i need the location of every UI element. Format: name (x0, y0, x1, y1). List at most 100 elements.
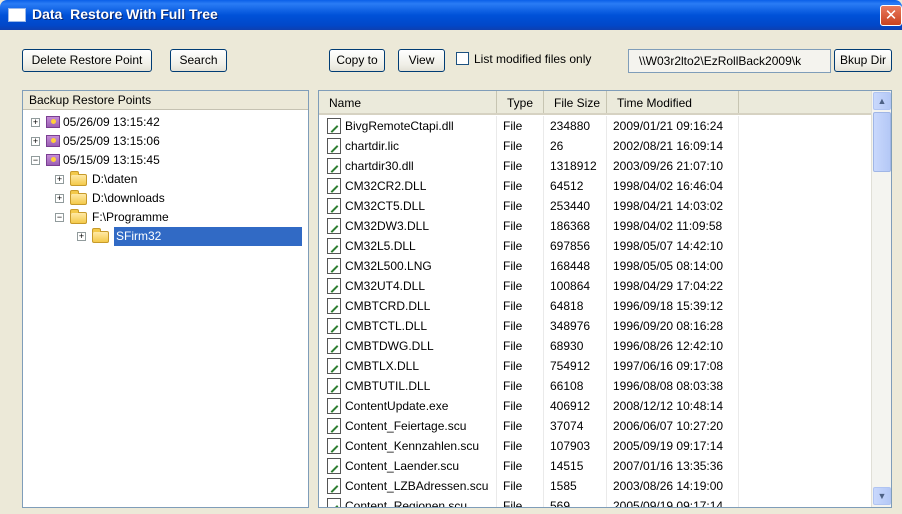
file-size: 754912 (544, 356, 607, 376)
column-header-name[interactable]: Name (319, 91, 497, 113)
column-header-type[interactable]: Type (497, 91, 544, 113)
folder-icon (70, 209, 87, 224)
collapse-icon[interactable]: − (55, 213, 64, 222)
file-name: Content_Laender.scu (319, 456, 497, 476)
tree-node[interactable]: + SFirm32 (23, 227, 308, 246)
file-time: 2006/06/07 10:27:20 (607, 416, 739, 436)
file-name: chartdir30.dll (319, 156, 497, 176)
file-size: 569 (544, 496, 607, 507)
close-button[interactable]: ✕ (880, 5, 902, 26)
file-time: 2003/08/26 14:19:00 (607, 476, 739, 496)
file-type: File (497, 496, 544, 507)
restore-point-icon (46, 154, 60, 166)
title-bar[interactable]: Data Restore With Full Tree ✕ (0, 0, 902, 30)
expand-icon[interactable]: + (55, 194, 64, 203)
file-row[interactable]: CM32L500.LNG File 168448 1998/05/05 08:14:0… (319, 256, 871, 276)
file-row[interactable]: CM32DW3.DLL File 186368 1998/04/02 11:09:58 (319, 216, 871, 236)
file-time: 2008/12/12 10:48:14 (607, 396, 739, 416)
file-row[interactable]: Content_Regionen.scu File 569 2005/09/19 09… (319, 496, 871, 507)
tree-node-label[interactable]: D:\downloads (92, 189, 165, 208)
file-row[interactable]: CMBTCRD.DLL File 64818 1996/09/18 15:39:12 (319, 296, 871, 316)
restore-point-icon (46, 135, 60, 147)
tree-node[interactable]: + D:\downloads (23, 189, 308, 208)
folder-icon (70, 190, 87, 205)
scroll-down-arrow-icon[interactable]: ▼ (873, 487, 891, 505)
tree-node-label[interactable]: 05/25/09 13:15:06 (63, 132, 160, 151)
tree-node-label[interactable]: D:\daten (92, 170, 137, 189)
file-time: 2003/09/26 21:07:10 (607, 156, 739, 176)
bkup-dir-button[interactable]: Bkup Dir (834, 49, 892, 72)
expand-icon[interactable]: + (31, 137, 40, 146)
file-size: 100864 (544, 276, 607, 296)
file-row[interactable]: CMBTDWG.DLL File 68930 1996/08/26 12:42:10 (319, 336, 871, 356)
expand-icon[interactable]: + (31, 118, 40, 127)
file-type: File (497, 196, 544, 216)
backup-path-field[interactable]: \\W03r2lto2\EzRollBack2009\k (628, 49, 831, 73)
file-row[interactable]: CMBTUTIL.DLL File 66108 1996/08/08 08:03:38 (319, 376, 871, 396)
file-size: 26 (544, 136, 607, 156)
tree-node-label[interactable]: SFirm32 (114, 227, 302, 246)
file-type: File (497, 176, 544, 196)
tree-node[interactable]: + D:\daten (23, 170, 308, 189)
file-row[interactable]: CM32CT5.DLL File 253440 1998/04/21 14:03:02 (319, 196, 871, 216)
file-row[interactable]: Content_LZBAdressen.scu File 1585 2003/08/2… (319, 476, 871, 496)
file-row[interactable]: chartdir.lic File 26 2002/08/21 16:09:14 (319, 136, 871, 156)
file-name: Content_LZBAdressen.scu (319, 476, 497, 496)
tree-node[interactable]: − 05/15/09 13:15:45 (23, 151, 308, 170)
file-name: CMBTCTL.DLL (319, 316, 497, 336)
copy-to-button[interactable]: Copy to (329, 49, 385, 72)
vertical-scrollbar[interactable]: ▲ ▼ (871, 91, 891, 507)
file-row[interactable]: Content_Laender.scu File 14515 2007/01/16 1… (319, 456, 871, 476)
folder-icon (92, 228, 109, 243)
tree-node-label[interactable]: F:\Programme (92, 208, 169, 227)
file-size: 107903 (544, 436, 607, 456)
file-time: 1998/04/21 14:03:02 (607, 196, 739, 216)
delete-restore-point-button[interactable]: Delete Restore Point (22, 49, 152, 72)
tree-node[interactable]: +05/25/09 13:15:06 (23, 132, 308, 151)
view-button[interactable]: View (398, 49, 445, 72)
file-list[interactable]: Name Type File Size Time Modified BivgRe… (318, 90, 892, 508)
column-header-size[interactable]: File Size (544, 91, 607, 113)
collapse-icon[interactable]: − (31, 156, 40, 165)
file-row[interactable]: CMBTLX.DLL File 754912 1997/06/16 09:17:08 (319, 356, 871, 376)
expand-icon[interactable]: + (77, 232, 86, 241)
file-type: File (497, 376, 544, 396)
file-type: File (497, 156, 544, 176)
restore-point-tree[interactable]: Backup Restore Points +05/26/09 13:15:42… (22, 90, 309, 508)
file-row[interactable]: Content_Kennzahlen.scu File 107903 2005/09/… (319, 436, 871, 456)
file-time: 2009/01/21 09:16:24 (607, 116, 739, 136)
tree-node-label[interactable]: 05/15/09 13:15:45 (63, 151, 160, 170)
search-button[interactable]: Search (170, 49, 227, 72)
scroll-thumb[interactable] (873, 112, 891, 172)
file-size: 64818 (544, 296, 607, 316)
file-size: 64512 (544, 176, 607, 196)
file-size: 1318912 (544, 156, 607, 176)
file-time: 1998/05/07 14:42:10 (607, 236, 739, 256)
scroll-up-arrow-icon[interactable]: ▲ (873, 92, 891, 110)
modified-only-checkbox[interactable] (456, 52, 469, 65)
file-row[interactable]: CM32UT4.DLL File 100864 1998/04/29 17:04:22 (319, 276, 871, 296)
tree-node[interactable]: +05/26/09 13:15:42 (23, 113, 308, 132)
file-row[interactable]: chartdir30.dll File 1318912 2003/09/26 21:0… (319, 156, 871, 176)
file-row[interactable]: BivgRemoteCtapi.dll File 234880 2009/01/21 … (319, 116, 871, 136)
file-row[interactable]: CMBTCTL.DLL File 348976 1996/09/20 08:16:28 (319, 316, 871, 336)
file-type: File (497, 256, 544, 276)
file-type: File (497, 116, 544, 136)
file-size: 348976 (544, 316, 607, 336)
file-row[interactable]: Content_Feiertage.scu File 37074 2006/06/07… (319, 416, 871, 436)
column-header-time[interactable]: Time Modified (607, 91, 739, 113)
file-row[interactable]: CM32L5.DLL File 697856 1998/05/07 14:42:10 (319, 236, 871, 256)
tree-node-label[interactable]: 05/26/09 13:15:42 (63, 113, 160, 132)
window-title: Data Restore With Full Tree (32, 6, 218, 22)
file-time: 1998/04/02 11:09:58 (607, 216, 739, 236)
file-name: Content_Feiertage.scu (319, 416, 497, 436)
file-name: CM32CR2.DLL (319, 176, 497, 196)
file-size: 66108 (544, 376, 607, 396)
file-row[interactable]: CM32CR2.DLL File 64512 1998/04/02 16:46:04 (319, 176, 871, 196)
modified-only-label[interactable]: List modified files only (474, 52, 591, 66)
expand-icon[interactable]: + (55, 175, 64, 184)
file-name: Content_Kennzahlen.scu (319, 436, 497, 456)
tree-node[interactable]: − F:\Programme (23, 208, 308, 227)
file-row[interactable]: ContentUpdate.exe File 406912 2008/12/12 10… (319, 396, 871, 416)
file-name: CMBTDWG.DLL (319, 336, 497, 356)
